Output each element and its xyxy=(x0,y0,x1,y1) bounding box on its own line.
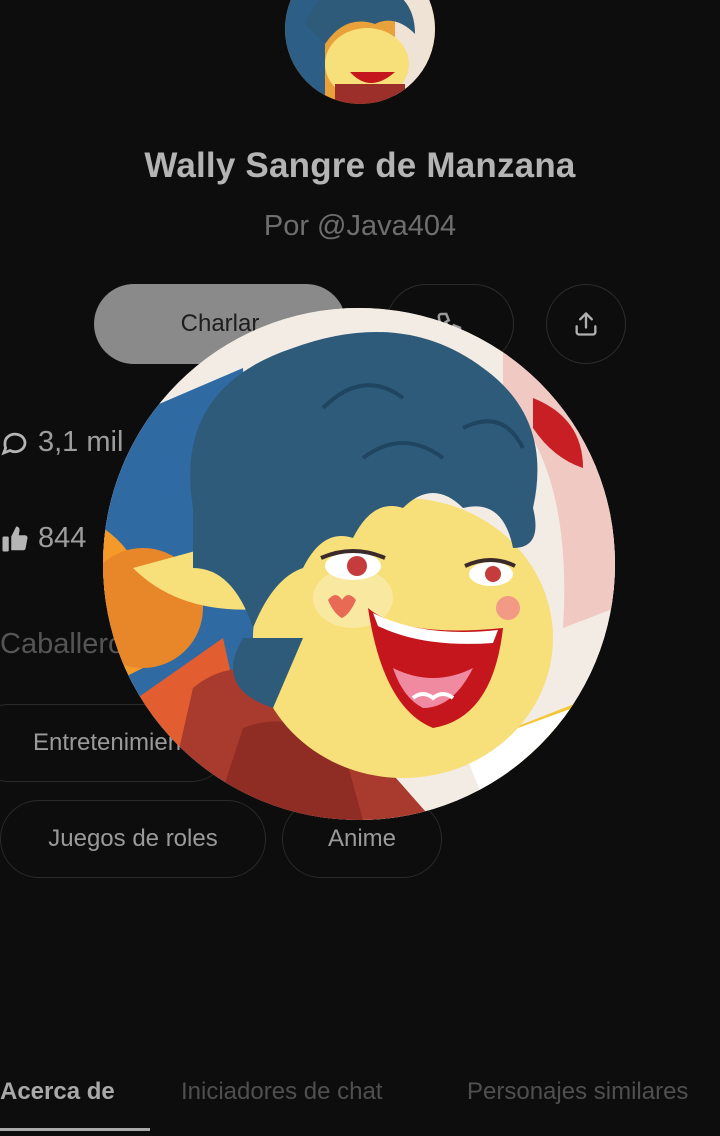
like-count: 844 xyxy=(0,522,86,555)
share-icon xyxy=(575,312,597,336)
active-tab-indicator xyxy=(0,1128,150,1131)
tab-acerca-de[interactable]: Acerca de xyxy=(0,1078,115,1106)
chat-count-value: 3,1 mil xyxy=(38,426,124,458)
character-avatar-large[interactable] xyxy=(103,308,615,820)
character-avatar-small xyxy=(285,0,435,104)
share-button[interactable] xyxy=(546,284,626,364)
tab-iniciadores-de-chat[interactable]: Iniciadores de chat xyxy=(181,1078,382,1106)
chat-count: 3,1 mil xyxy=(0,426,123,459)
character-profile-screen: Wally Sangre de Manzana Por @Java404 Cha… xyxy=(0,0,720,1136)
tab-personajes-similares[interactable]: Personajes similares xyxy=(467,1078,688,1106)
profile-tabs: Acerca de Iniciadores de chat Personajes… xyxy=(0,1072,720,1136)
character-author: Por @Java404 xyxy=(263,210,457,242)
tag-label: Anime xyxy=(327,825,397,852)
thumbs-up-icon xyxy=(2,526,28,551)
character-category: Caballero xyxy=(0,628,125,660)
tag-label: Juegos de roles xyxy=(48,825,218,852)
tag-juegos-de-roles[interactable]: Juegos de roles xyxy=(0,800,266,878)
chat-bubble-icon xyxy=(1,432,27,455)
like-count-value: 844 xyxy=(38,522,87,554)
character-name: Wally Sangre de Manzana xyxy=(144,146,576,185)
